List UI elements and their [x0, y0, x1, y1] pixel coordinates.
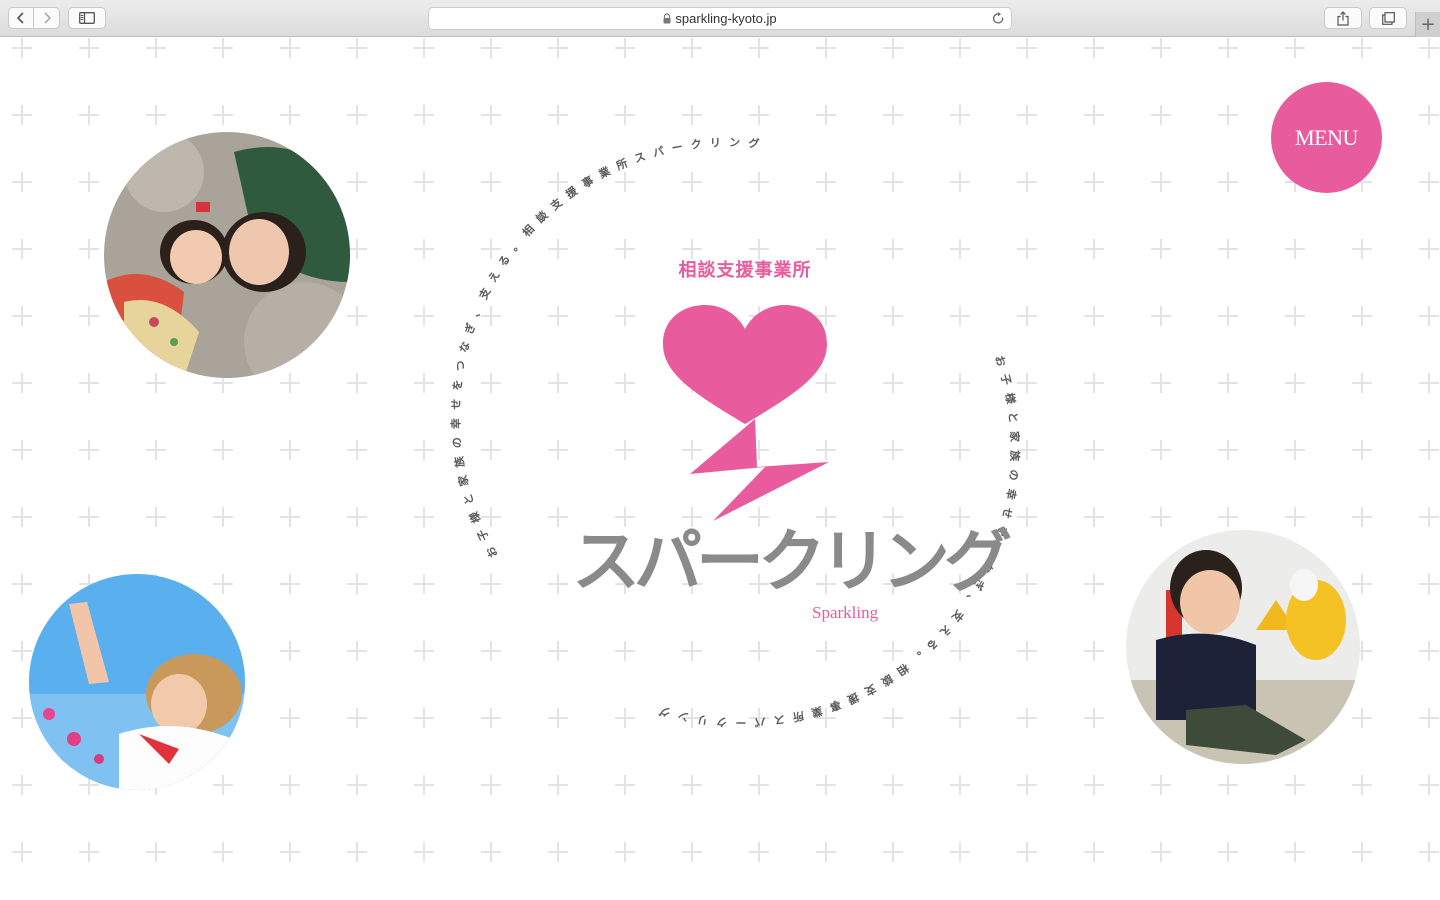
- logo-kana: スパークリング: [572, 529, 1012, 597]
- browser-toolbar: sparkling-kyoto.jp +: [0, 0, 1440, 37]
- plus-icon: +: [1420, 14, 1436, 35]
- address-bar[interactable]: sparkling-kyoto.jp: [428, 7, 1012, 30]
- lock-icon: [663, 13, 671, 24]
- heart-lightning-logo-icon: [663, 305, 829, 521]
- logo-kana-text: スパークリング: [572, 523, 1012, 602]
- tabs-overview-button[interactable]: [1369, 7, 1407, 29]
- chevron-left-icon: [16, 12, 24, 24]
- page-content: MENU お子様と家族の幸せをつなぎ、支える。相談支援事業所スパークリング お子…: [0, 37, 1440, 900]
- back-button[interactable]: [8, 7, 34, 29]
- share-icon: [1337, 10, 1349, 26]
- chevron-right-icon: [43, 12, 51, 24]
- history-nav: [8, 7, 60, 29]
- logo-subtitle: 相談支援事業所: [678, 260, 812, 281]
- new-tab-button[interactable]: +: [1415, 12, 1440, 37]
- logo-english: Sparkling: [812, 603, 879, 622]
- reload-icon[interactable]: [992, 12, 1005, 25]
- sidebar-toggle-button[interactable]: [68, 7, 106, 29]
- share-button[interactable]: [1324, 7, 1362, 29]
- tabs-icon: [1381, 11, 1395, 25]
- url-text: sparkling-kyoto.jp: [675, 11, 777, 26]
- forward-button[interactable]: [34, 7, 60, 29]
- sidebar-icon: [79, 12, 95, 24]
